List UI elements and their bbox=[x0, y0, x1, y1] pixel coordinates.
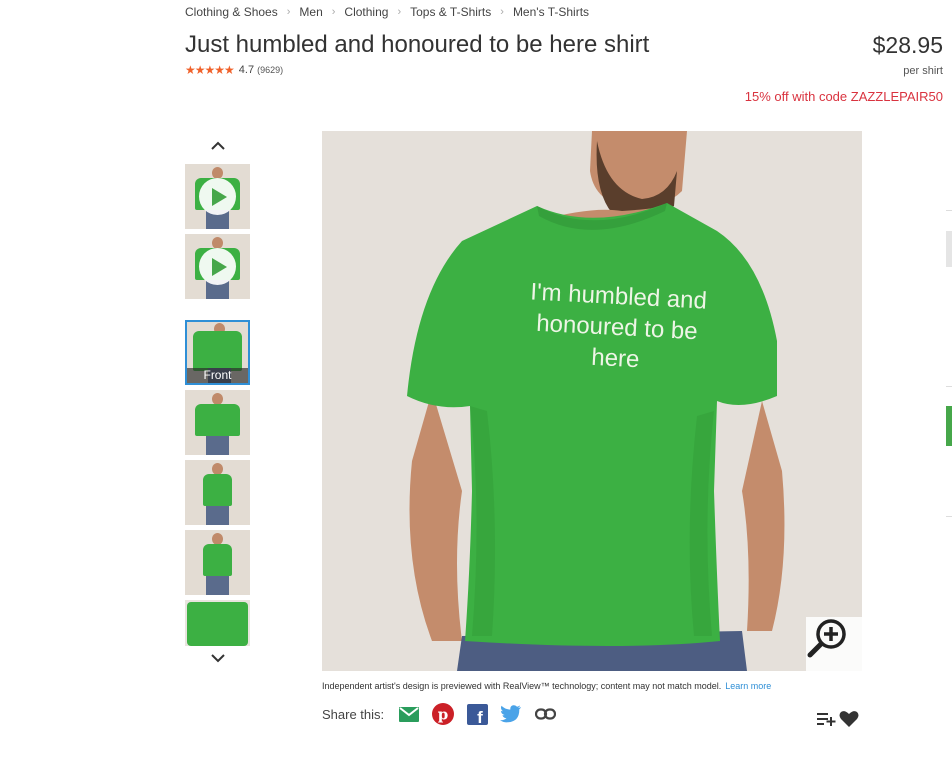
playlist-add-icon bbox=[816, 713, 835, 726]
chevron-right-icon: › bbox=[500, 6, 504, 18]
add-to-list-button[interactable] bbox=[816, 709, 836, 729]
play-icon bbox=[199, 248, 236, 285]
thumbnail-front[interactable]: Front bbox=[185, 320, 250, 385]
shirt-print-text: I'm humbled and honoured to be here bbox=[529, 278, 708, 374]
product-main-image[interactable]: I'm humbled and honoured to be here bbox=[322, 131, 862, 671]
zoom-button[interactable] bbox=[806, 617, 862, 671]
breadcrumb-item-clothing[interactable]: Clothing bbox=[344, 5, 388, 19]
twitter-icon[interactable] bbox=[500, 703, 522, 725]
zoom-in-icon bbox=[807, 619, 846, 658]
chevron-right-icon: › bbox=[331, 6, 336, 18]
breadcrumb-item-clothing-shoes[interactable]: Clothing & Shoes bbox=[185, 5, 278, 19]
rating-stars-icon: ★★★★★ bbox=[185, 63, 235, 77]
thumbnails-scroll-down-button[interactable] bbox=[208, 650, 228, 666]
disclaimer-text: Independent artist's design is previewed… bbox=[322, 681, 722, 691]
thumbnail-video-2[interactable] bbox=[185, 234, 250, 299]
thumbnail-flat-shirt[interactable] bbox=[185, 600, 250, 646]
favorite-button[interactable] bbox=[839, 709, 859, 729]
thumbnail-back[interactable] bbox=[185, 390, 250, 455]
thumbnail-video-1[interactable] bbox=[185, 164, 250, 229]
learn-more-link[interactable]: Learn more bbox=[725, 681, 771, 691]
chevron-up-icon bbox=[211, 141, 225, 150]
share-bar: Share this: p f bbox=[322, 703, 568, 725]
pinterest-icon[interactable]: p bbox=[432, 703, 455, 725]
breadcrumb: Clothing & Shoes › Men › Clothing › Tops… bbox=[185, 5, 589, 19]
svg-text:p: p bbox=[438, 706, 449, 724]
facebook-icon[interactable]: f bbox=[466, 703, 488, 725]
breadcrumb-item-mens-tshirts[interactable]: Men's T-Shirts bbox=[513, 5, 589, 19]
breadcrumb-item-tops-tshirts[interactable]: Tops & T-Shirts bbox=[410, 5, 491, 19]
product-title: Just humbled and honoured to be here shi… bbox=[185, 31, 650, 58]
rating-count: (9629) bbox=[257, 65, 284, 75]
product-actions bbox=[816, 709, 862, 729]
breadcrumb-item-men[interactable]: Men bbox=[299, 5, 322, 19]
thumbnail-caption: Front bbox=[187, 368, 248, 383]
rating-score: 4.7 bbox=[238, 64, 255, 76]
heart-icon bbox=[839, 711, 859, 727]
thumbnail-model-front[interactable] bbox=[185, 460, 250, 525]
email-icon[interactable] bbox=[398, 703, 420, 725]
product-price: $28.95 bbox=[872, 32, 943, 58]
chevron-right-icon: › bbox=[397, 6, 402, 18]
link-icon[interactable] bbox=[534, 703, 556, 725]
play-icon bbox=[199, 178, 236, 215]
shirt-model-image bbox=[322, 131, 862, 671]
svg-text:f: f bbox=[477, 708, 483, 725]
right-panel-green-accent bbox=[946, 406, 952, 446]
right-panel-edge bbox=[946, 131, 952, 763]
share-label: Share this: bbox=[322, 706, 385, 722]
realview-disclaimer: Independent artist's design is previewed… bbox=[322, 681, 771, 691]
chevron-down-icon bbox=[211, 653, 225, 662]
product-rating[interactable]: ★★★★★ 4.7 (9629) bbox=[185, 63, 283, 77]
thumbnail-model-back[interactable] bbox=[185, 530, 250, 595]
price-unit: per shirt bbox=[903, 65, 943, 77]
thumbnails-scroll-up-button[interactable] bbox=[208, 137, 228, 153]
promo-code-text: 15% off with code ZAZZLEPAIR50 bbox=[744, 89, 943, 104]
chevron-right-icon: › bbox=[286, 6, 291, 18]
